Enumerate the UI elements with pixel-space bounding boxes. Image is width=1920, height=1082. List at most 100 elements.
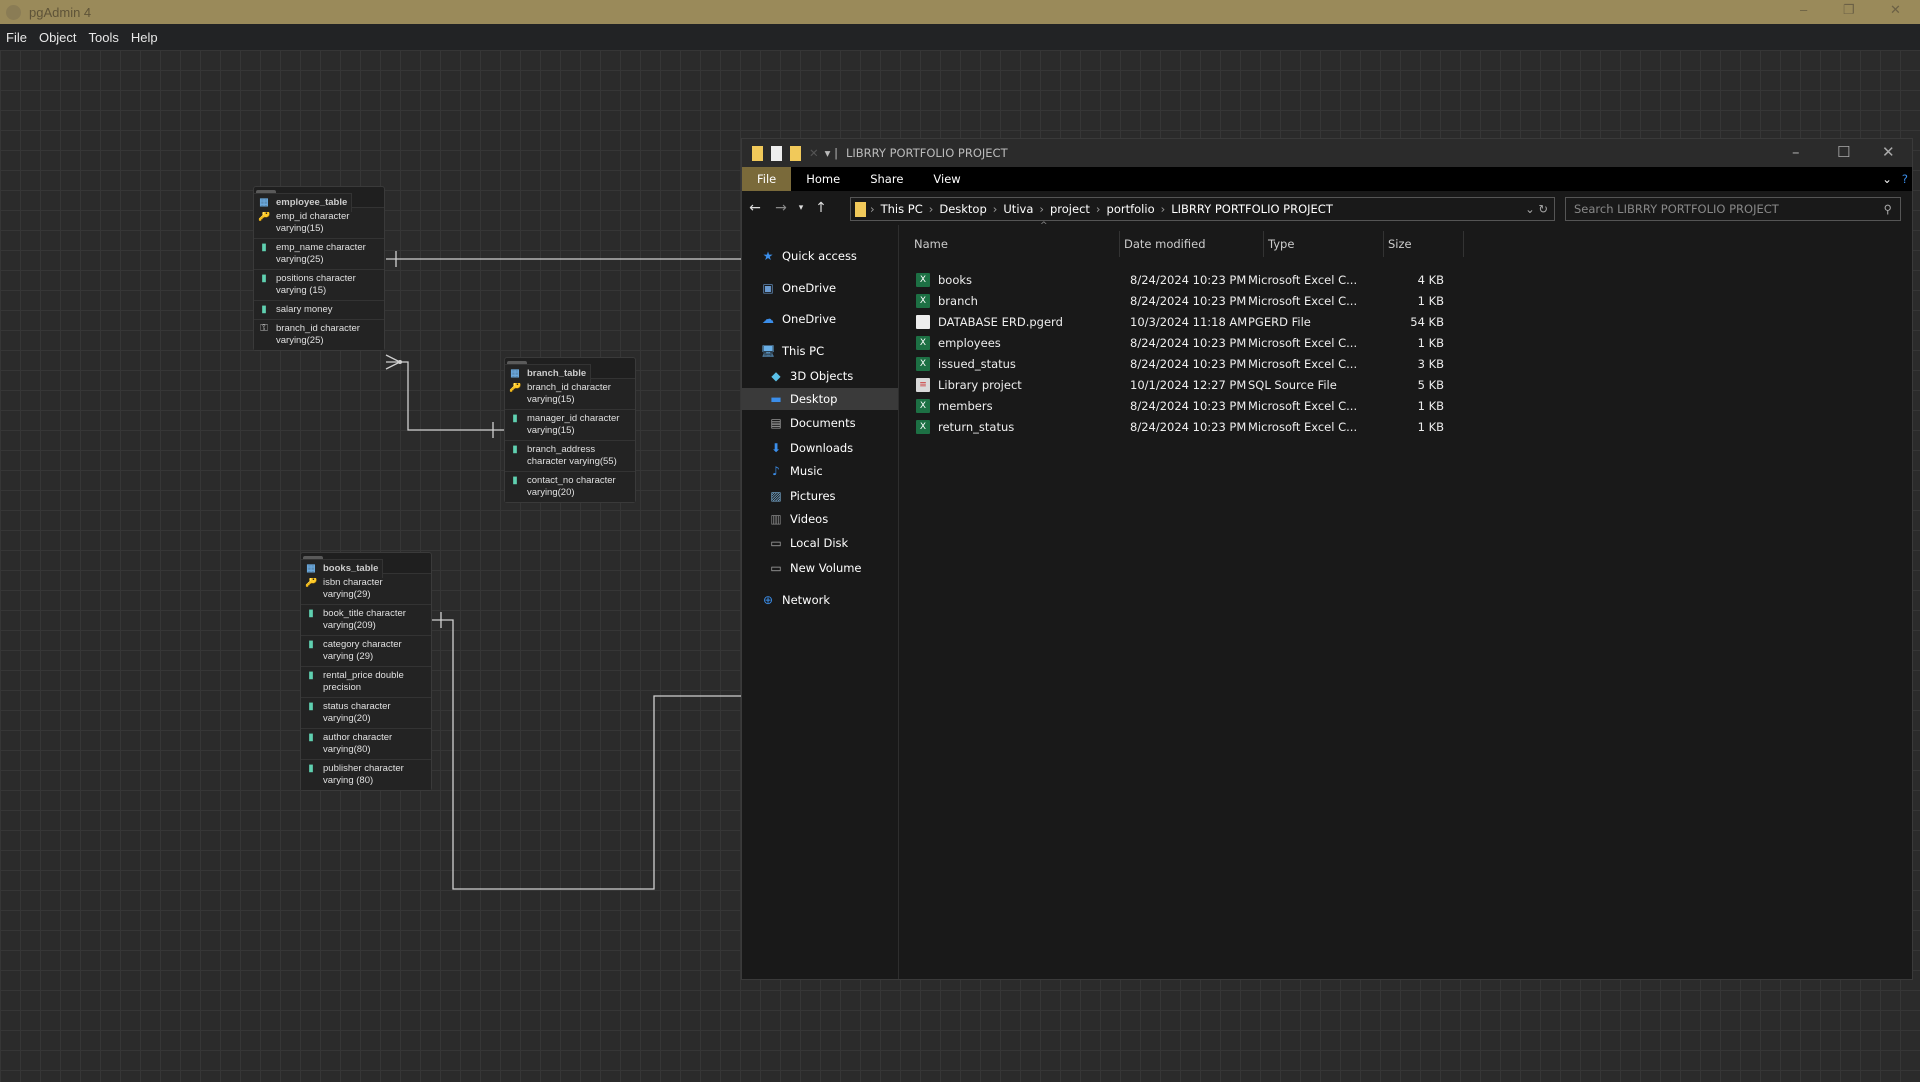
file-list: ^ Name Date modified Type Size Xbooks 8/2… bbox=[900, 221, 1912, 979]
customize-toolbar-icon[interactable]: ▾ | bbox=[825, 146, 838, 160]
tab-file[interactable]: File bbox=[742, 167, 792, 191]
foreign-key-icon: ⚿ bbox=[260, 323, 268, 334]
file-row[interactable]: Xbranch 8/24/2024 10:23 PM Microsoft Excel… bbox=[910, 290, 1510, 311]
expand-ribbon-icon[interactable]: ⌄ bbox=[1876, 167, 1898, 191]
tab-home[interactable]: Home bbox=[791, 167, 855, 191]
nav-item-music[interactable]: ♪ Music bbox=[742, 460, 898, 482]
nav-item-label: Local Disk bbox=[790, 536, 849, 550]
tab-share[interactable]: Share bbox=[855, 167, 918, 191]
column-definition: contact_no character varying(20) bbox=[527, 475, 616, 498]
menu-help[interactable]: Help bbox=[131, 30, 158, 45]
column-definition: category character varying (29) bbox=[323, 639, 402, 662]
search-placeholder: Search LIBRRY PORTFOLIO PROJECT bbox=[1574, 202, 1779, 216]
cube-icon: ◆ bbox=[771, 369, 781, 383]
help-icon[interactable]: ? bbox=[1898, 167, 1912, 191]
nav-item-videos[interactable]: ▥ Videos bbox=[742, 508, 898, 530]
file-row[interactable]: Xemployees 8/24/2024 10:23 PM Microsoft Ex… bbox=[910, 332, 1510, 353]
search-input[interactable]: Search LIBRRY PORTFOLIO PROJECT ⚲ bbox=[1565, 197, 1901, 221]
file-row[interactable]: Xbooks 8/24/2024 10:23 PM Microsoft Excel … bbox=[910, 269, 1510, 290]
address-bar[interactable]: › This PC › Desktop › Utiva › project › portfolio… bbox=[850, 197, 1555, 221]
new-folder-icon[interactable] bbox=[790, 145, 801, 161]
primary-key-icon: 🔑 bbox=[258, 211, 271, 222]
recent-locations-icon[interactable]: ▾ bbox=[794, 203, 808, 213]
up-icon[interactable]: ↑ bbox=[808, 200, 834, 216]
table-name-row: ▦ employee_table bbox=[254, 193, 353, 212]
table-column: ▮ publisher character varying (80) bbox=[301, 759, 431, 790]
file-date: 10/1/2024 12:27 PM bbox=[1130, 377, 1247, 392]
column-header-date[interactable]: Date modified bbox=[1120, 231, 1264, 257]
close-icon[interactable]: ✕ bbox=[1882, 143, 1895, 161]
column-icon: ▮ bbox=[308, 732, 314, 743]
breadcrumb-item[interactable]: Desktop bbox=[939, 202, 986, 216]
file-row[interactable]: Xreturn_status 8/24/2024 10:23 PM Microsof… bbox=[910, 416, 1510, 437]
explorer-title: LIBRRY PORTFOLIO PROJECT bbox=[845, 146, 1008, 160]
app-title: pgAdmin 4 bbox=[29, 4, 92, 20]
breadcrumb-item[interactable]: Utiva bbox=[1003, 202, 1033, 216]
file-row[interactable]: ≡ Library project 10/1/2024 12:27 PM SQL So… bbox=[910, 374, 1510, 395]
minimize-icon[interactable]: – bbox=[1792, 143, 1800, 161]
menu-bar: File Object Tools Help bbox=[0, 24, 1920, 50]
file-date: 8/24/2024 10:23 PM bbox=[1130, 356, 1247, 371]
column-definition: rental_price double precision bbox=[323, 670, 404, 693]
nav-item-label: Music bbox=[790, 464, 823, 478]
close-icon[interactable]: ✕ bbox=[1890, 2, 1901, 18]
column-definition: emp_name character varying(25) bbox=[276, 242, 366, 265]
column-header-type[interactable]: Type bbox=[1264, 231, 1384, 257]
column-header-name[interactable]: Name bbox=[910, 231, 1120, 257]
file-type: PGERD File bbox=[1248, 314, 1311, 329]
file-date: 8/24/2024 10:23 PM bbox=[1130, 335, 1247, 350]
file-row[interactable]: Xmembers 8/24/2024 10:23 PM Microsoft Exce… bbox=[910, 395, 1510, 416]
erd-table-employee[interactable]: ◉◈public▦employee_table🔑emp_id character… bbox=[253, 186, 385, 351]
column-definition: publisher character varying (80) bbox=[323, 763, 404, 786]
menu-tools[interactable]: Tools bbox=[89, 30, 119, 45]
file-type: SQL Source File bbox=[1248, 377, 1337, 392]
column-icon: ▮ bbox=[261, 304, 267, 315]
breadcrumb-item[interactable]: project bbox=[1050, 202, 1090, 216]
search-icon[interactable]: ⚲ bbox=[1884, 202, 1892, 216]
nav-item-onedrive[interactable]: ▣ OneDrive bbox=[742, 277, 898, 299]
nav-item-desktop[interactable]: ▬ Desktop bbox=[742, 388, 898, 410]
breadcrumb-separator-icon: › bbox=[992, 202, 998, 216]
erd-table-books[interactable]: ◉◈public▦books_table🔑isbn character vary… bbox=[300, 552, 432, 791]
file-row[interactable]: Xissued_status 8/24/2024 10:23 PM Microsof… bbox=[910, 353, 1510, 374]
breadcrumb-item[interactable]: LIBRRY PORTFOLIO PROJECT bbox=[1171, 202, 1333, 216]
menu-object[interactable]: Object bbox=[39, 30, 77, 45]
column-header-size[interactable]: Size bbox=[1384, 231, 1464, 257]
nav-item-onedrive[interactable]: ☁ OneDrive bbox=[742, 308, 898, 330]
column-definition: book_title character varying(209) bbox=[323, 608, 406, 631]
ribbon-tabs: File Home Share View ⌄ ? bbox=[742, 167, 1912, 191]
erd-table-branch[interactable]: ◉◈public▦branch_table🔑branch_id characte… bbox=[504, 357, 636, 503]
breadcrumb-item[interactable]: portfolio bbox=[1107, 202, 1155, 216]
properties-icon[interactable] bbox=[771, 145, 782, 161]
tab-view[interactable]: View bbox=[918, 167, 975, 191]
file-row[interactable]: DATABASE ERD.pgerd 10/3/2024 11:18 AM PGER… bbox=[910, 311, 1510, 332]
nav-item-downloads[interactable]: ⬇ Downloads bbox=[742, 437, 898, 459]
back-icon[interactable]: ← bbox=[742, 200, 768, 216]
column-icon: ▮ bbox=[512, 475, 518, 486]
column-definition: branch_id character varying(15) bbox=[527, 382, 611, 405]
column-icon: ▮ bbox=[512, 444, 518, 455]
nav-item-quick-access[interactable]: ★ Quick access bbox=[742, 245, 898, 267]
navigation-pane: ★ Quick access ▣ OneDrive ☁ OneDrive 🖥 This PC ◆… bbox=[742, 225, 899, 979]
nav-item-documents[interactable]: ▤ Documents bbox=[742, 412, 898, 434]
refresh-icon[interactable]: ⌄ ↻ bbox=[1525, 202, 1548, 216]
nav-item-label: Pictures bbox=[790, 489, 836, 503]
nav-item-this-pc[interactable]: 🖥 This PC bbox=[742, 340, 898, 362]
nav-item-local-disk[interactable]: ▭ Local Disk bbox=[742, 532, 898, 554]
explorer-title-bar: ✕ ▾ | LIBRRY PORTFOLIO PROJECT – ☐ ✕ bbox=[742, 139, 1912, 167]
menu-file[interactable]: File bbox=[6, 30, 27, 45]
maximize-icon[interactable]: ☐ bbox=[1837, 143, 1850, 161]
nav-item-new-volume[interactable]: ▭ New Volume bbox=[742, 557, 898, 579]
nav-item-network[interactable]: ⊕ Network bbox=[742, 589, 898, 611]
minimize-icon[interactable]: – bbox=[1800, 2, 1807, 17]
nav-item-pictures[interactable]: ▨ Pictures bbox=[742, 485, 898, 507]
restore-icon[interactable]: ❐ bbox=[1843, 2, 1855, 18]
picture-icon: ▨ bbox=[770, 489, 782, 503]
column-icon: ▮ bbox=[308, 639, 314, 650]
forward-icon[interactable]: → bbox=[768, 200, 794, 216]
file-type: Microsoft Excel C... bbox=[1248, 272, 1358, 287]
breadcrumb-item[interactable]: This PC bbox=[881, 202, 923, 216]
network-icon: ⊕ bbox=[762, 593, 774, 607]
nav-item-3d-objects[interactable]: ◆ 3D Objects bbox=[742, 365, 898, 387]
file-size: 1 KB bbox=[1417, 419, 1444, 434]
